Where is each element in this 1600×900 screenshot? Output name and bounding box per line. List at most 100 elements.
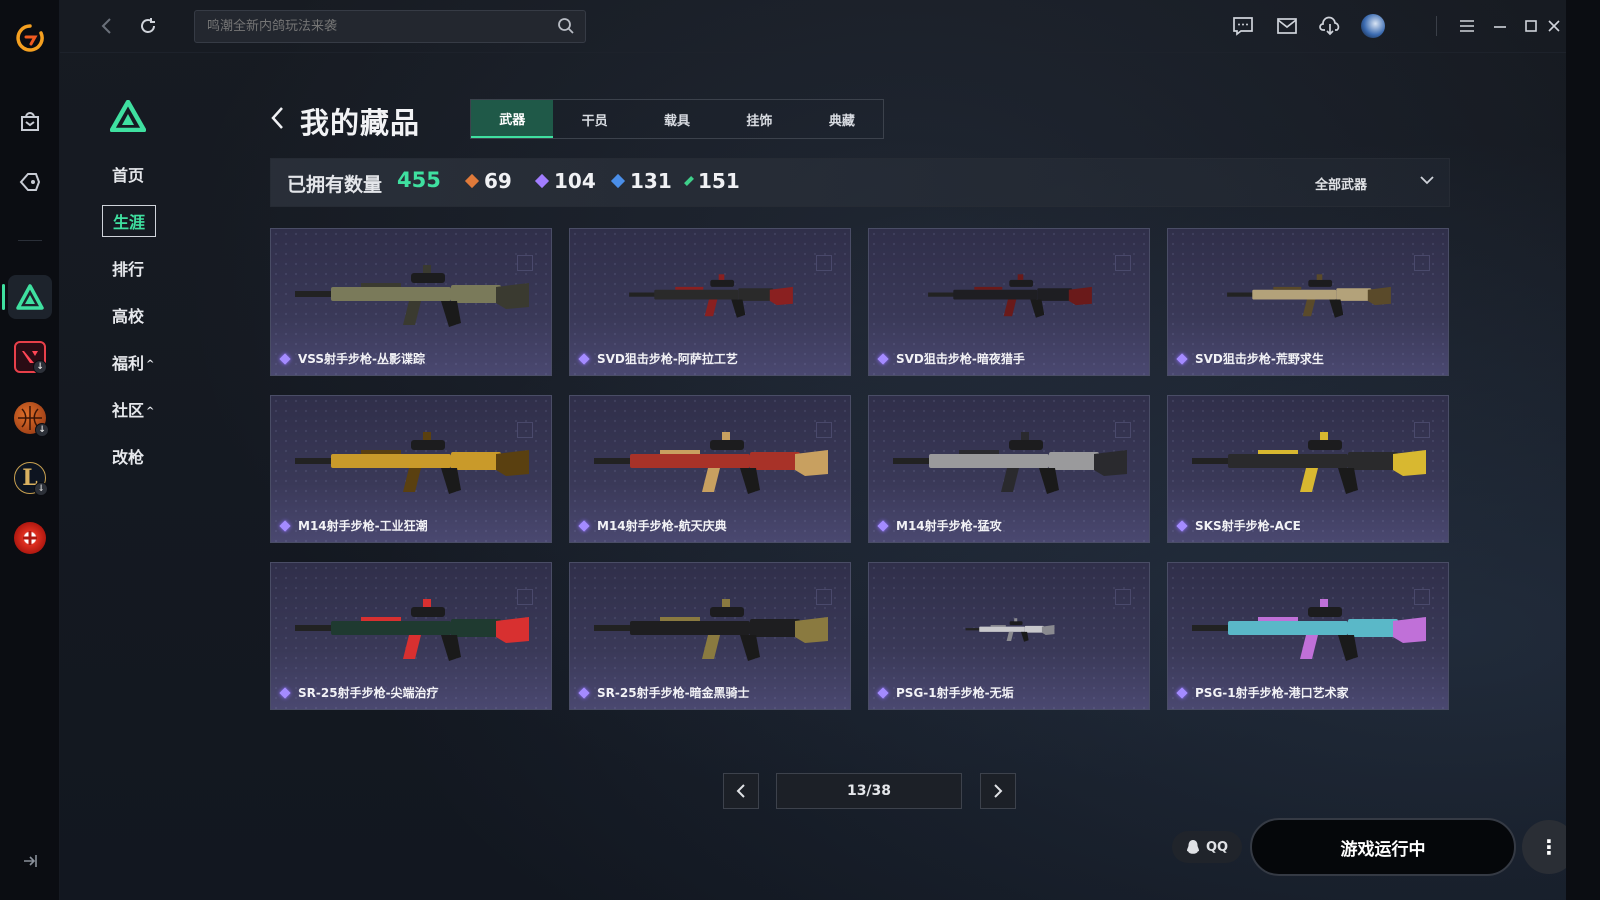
stats-bar: 已拥有数量 455 69 104 131 151 全部武器 (270, 158, 1450, 207)
item-name: SVD狙击步枪-暗夜猎手 (877, 350, 1025, 367)
blue-gem-icon (610, 173, 626, 189)
purple-gem-icon (1176, 352, 1188, 365)
item-card[interactable]: M14射手步枪-航天庆典 (569, 395, 851, 543)
store-icon[interactable] (8, 100, 52, 144)
item-name: M14射手步枪-工业狂潮 (279, 517, 428, 534)
minimize-icon[interactable] (1487, 13, 1513, 39)
tab-operators[interactable]: 干员 (553, 100, 635, 138)
item-card[interactable]: M14射手步枪-猛攻 (868, 395, 1150, 543)
nav-ranking[interactable]: 排行 (112, 256, 144, 280)
download-icon[interactable] (1317, 13, 1343, 39)
search-icon[interactable] (557, 17, 575, 35)
maximize-icon[interactable] (1518, 13, 1544, 39)
tab-collection[interactable]: 典藏 (801, 100, 883, 138)
green-gem-icon (684, 176, 694, 186)
purple-gem-icon (279, 519, 291, 532)
weapon-image (629, 274, 793, 318)
main-area: 首页 生涯 排行 高校 福利^ 社区^ 改枪 我的藏品 武器 干员 载具 挂饰 … (60, 0, 1600, 900)
item-card[interactable]: M14射手步枪-工业狂潮 (270, 395, 552, 543)
nav-gunsmith[interactable]: 改枪 (112, 444, 144, 468)
avatar[interactable] (1360, 13, 1386, 39)
top-bar (60, 0, 1566, 53)
caret-up-icon: ^ (146, 406, 155, 417)
item-card[interactable]: PSG-1射手步枪-无垢 (868, 562, 1150, 710)
item-card[interactable]: SVD狙击步枪-荒野求生 (1167, 228, 1449, 376)
page-indicator: 13/38 (776, 773, 962, 809)
download-icon: ↓ (35, 423, 49, 437)
app-rail: ↓ ↓ L ↓ (0, 0, 60, 900)
item-name: SR-25射手步枪-暗金黑骑士 (578, 684, 750, 701)
active-indicator (2, 284, 5, 310)
purple-gem-icon (877, 686, 889, 699)
download-icon: ↓ (33, 360, 47, 374)
tag-icon[interactable] (8, 160, 52, 204)
item-name: PSG-1射手步枪-港口艺术家 (1176, 684, 1349, 701)
rarity-orange-count: 69 (464, 169, 512, 193)
purple-gem-icon (877, 519, 889, 532)
game-running-button[interactable]: 游戏运行中 (1250, 818, 1516, 876)
weapon-image (928, 274, 1092, 318)
chat-icon[interactable] (1230, 13, 1256, 39)
item-name: SVD狙击步枪-阿萨拉工艺 (578, 350, 738, 367)
purple-gem-icon (279, 686, 291, 699)
purple-gem-icon (1176, 686, 1188, 699)
category-tabs: 武器 干员 载具 挂饰 典藏 (470, 99, 884, 139)
app-logo-icon[interactable] (8, 16, 52, 60)
close-icon[interactable] (1544, 13, 1564, 39)
item-card[interactable]: SKS射手步枪-ACE (1167, 395, 1449, 543)
page-title: 我的藏品 (300, 106, 421, 140)
weapon-image (1192, 599, 1426, 661)
prev-page-button[interactable] (723, 773, 759, 809)
orange-gem-icon (464, 173, 480, 189)
back-arrow-icon[interactable] (266, 104, 288, 132)
item-name: SR-25射手步枪-尖端治疗 (279, 684, 439, 701)
rarity-green-count: 151 (684, 169, 740, 193)
valorant-icon[interactable]: ↓ (8, 335, 52, 379)
nav-welfare[interactable]: 福利 ^ (112, 350, 154, 374)
back-nav-icon[interactable] (92, 12, 120, 40)
search-input[interactable] (194, 10, 586, 43)
crossfire-icon[interactable] (8, 516, 52, 560)
weapon-image (295, 432, 529, 494)
tab-weapons[interactable]: 武器 (471, 100, 554, 138)
item-card[interactable]: SR-25射手步枪-暗金黑骑士 (569, 562, 851, 710)
owned-count: 455 (397, 168, 441, 192)
refresh-icon[interactable] (134, 12, 162, 40)
tab-charms[interactable]: 挂饰 (718, 100, 800, 138)
next-page-button[interactable] (980, 773, 1016, 809)
nav-community[interactable]: 社区 ^ (112, 397, 154, 421)
item-name: SVD狙击步枪-荒野求生 (1176, 350, 1324, 367)
item-card[interactable]: PSG-1射手步枪-港口艺术家 (1167, 562, 1449, 710)
tab-vehicles[interactable]: 载具 (636, 100, 718, 138)
basketball-game-icon[interactable]: ↓ (8, 396, 52, 440)
topbar-divider (1436, 16, 1437, 36)
item-card[interactable]: SR-25射手步枪-尖端治疗 (270, 562, 552, 710)
weapon-filter-dropdown[interactable]: 全部武器 (1315, 174, 1367, 193)
qq-icon (1186, 840, 1199, 854)
lol-icon[interactable]: L ↓ (8, 456, 52, 500)
weapon-image (594, 432, 828, 494)
qq-button[interactable]: QQ (1172, 831, 1242, 863)
delta-force-icon[interactable] (8, 275, 52, 319)
rail-divider (18, 240, 42, 241)
purple-gem-icon (578, 686, 590, 699)
nav-home[interactable]: 首页 (112, 162, 144, 186)
weapon-image (295, 265, 529, 327)
nav-career[interactable]: 生涯 (102, 205, 157, 237)
item-card[interactable]: SVD狙击步枪-暗夜猎手 (868, 228, 1150, 376)
caret-up-icon: ^ (146, 359, 155, 370)
mail-icon[interactable] (1274, 13, 1300, 39)
rarity-blue-count: 131 (610, 169, 672, 193)
nav-university[interactable]: 高校 (112, 303, 144, 327)
chevron-down-icon[interactable] (1418, 171, 1436, 189)
window-edge (1566, 0, 1600, 900)
item-card[interactable]: SVD狙击步枪-阿萨拉工艺 (569, 228, 851, 376)
item-card[interactable]: VSS射手步枪-丛影谍踪 (270, 228, 552, 376)
menu-icon[interactable] (1454, 13, 1480, 39)
collapse-sidebar-icon[interactable] (20, 852, 40, 870)
purple-gem-icon (534, 173, 550, 189)
purple-gem-icon (877, 352, 889, 365)
weapon-image (1192, 432, 1426, 494)
item-name: SKS射手步枪-ACE (1176, 517, 1301, 534)
purple-gem-icon (578, 519, 590, 532)
